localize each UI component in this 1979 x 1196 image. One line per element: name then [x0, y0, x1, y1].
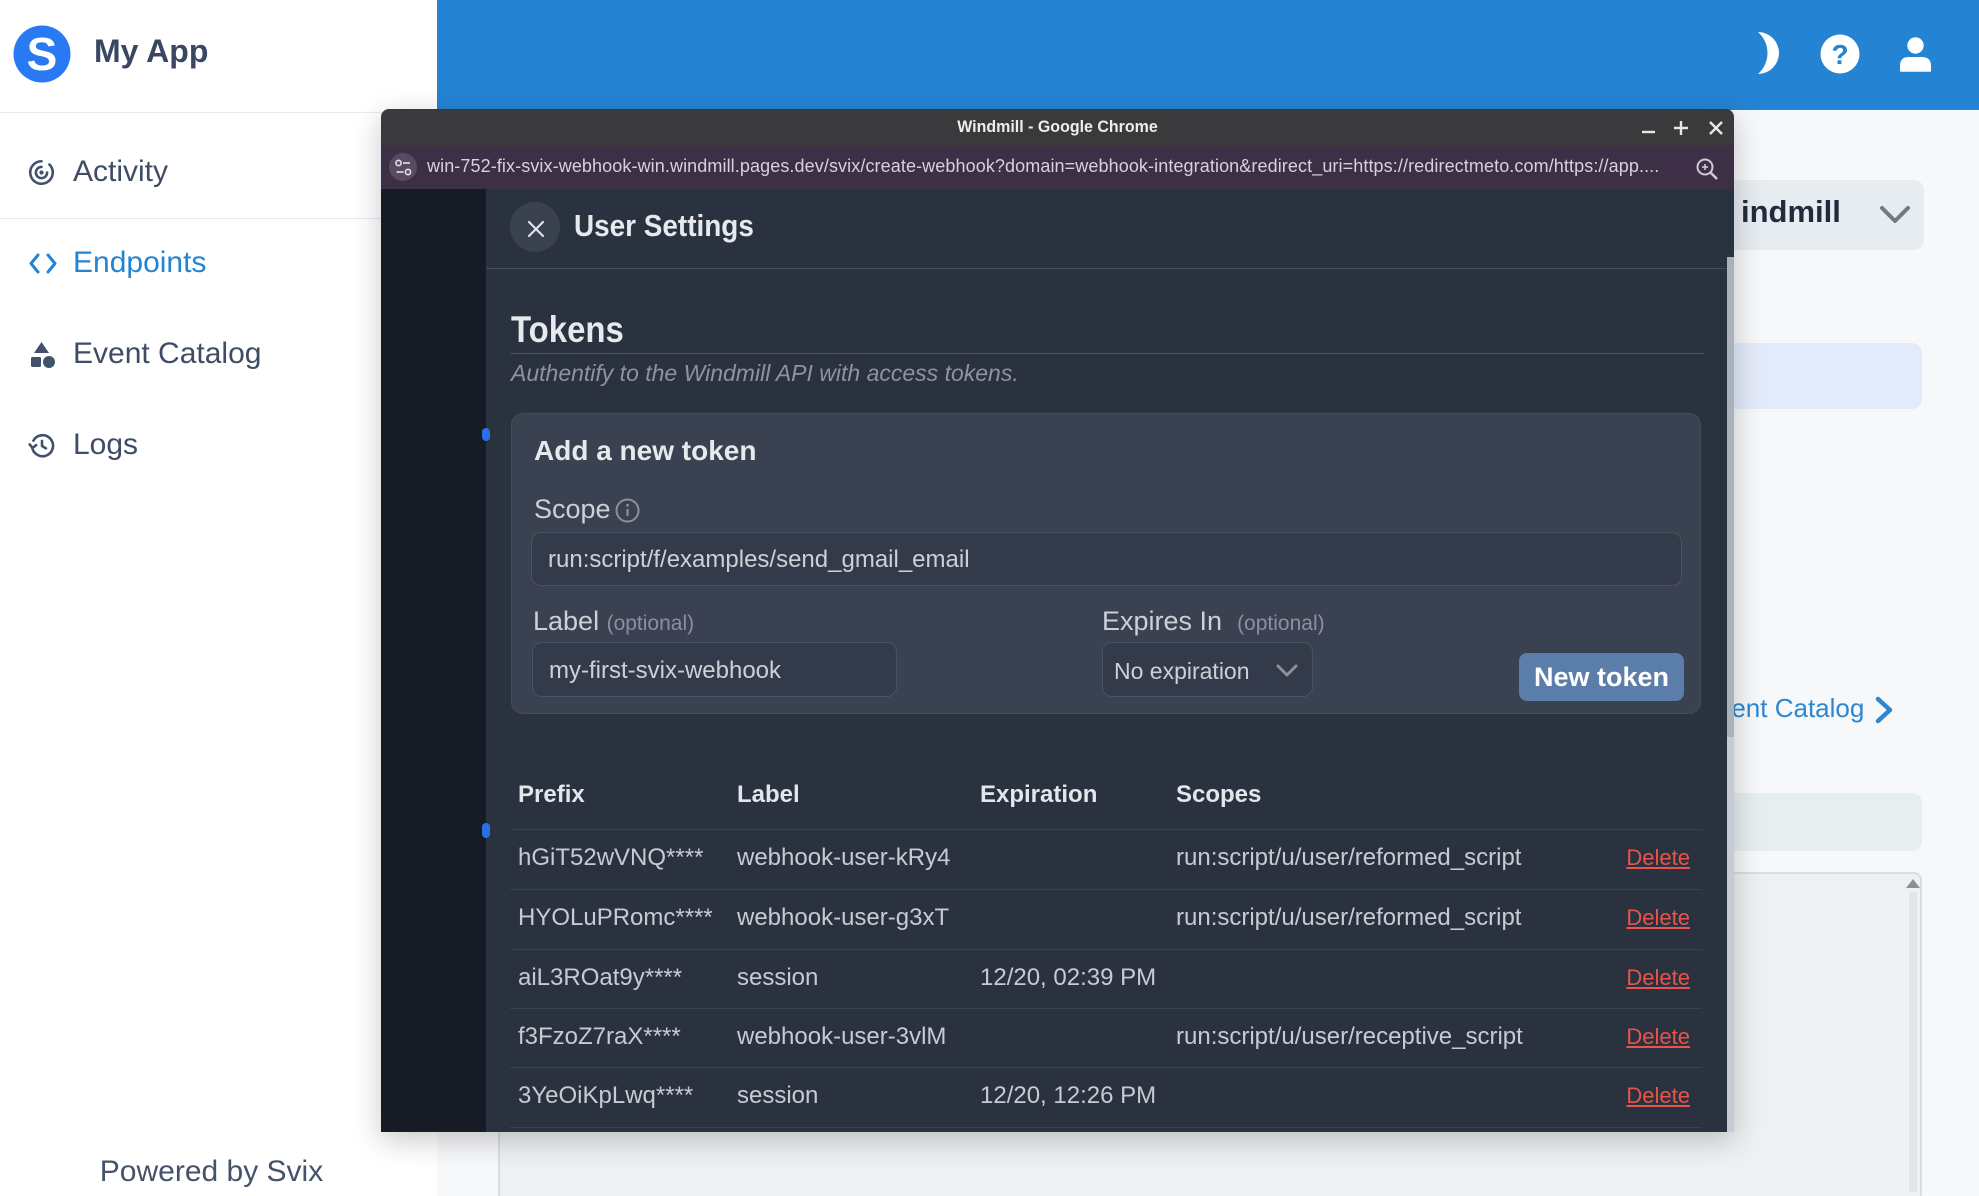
- svg-text:?: ?: [1831, 39, 1848, 70]
- svg-text:S: S: [27, 28, 58, 80]
